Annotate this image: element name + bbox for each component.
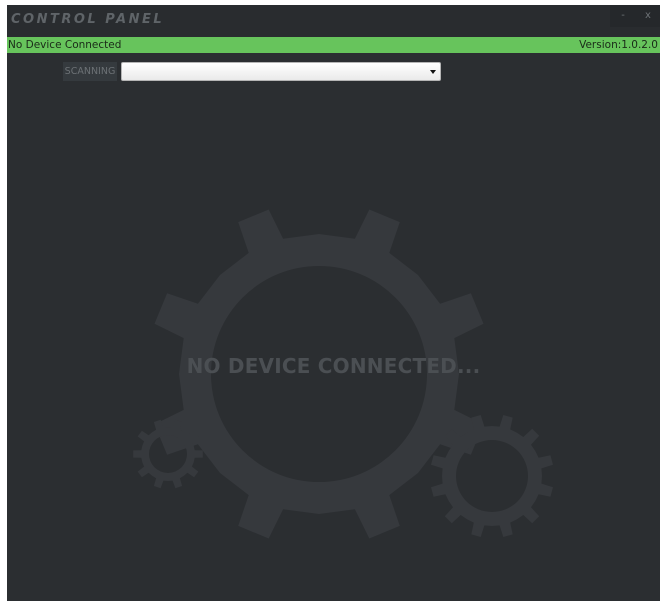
gear-small-right-icon: [431, 415, 553, 537]
app-window: CONTROL PANEL - x No Device Connected Ve…: [7, 5, 660, 601]
no-device-message: NO DEVICE CONNECTED...: [186, 354, 481, 378]
gears-graphic: [133, 209, 553, 539]
